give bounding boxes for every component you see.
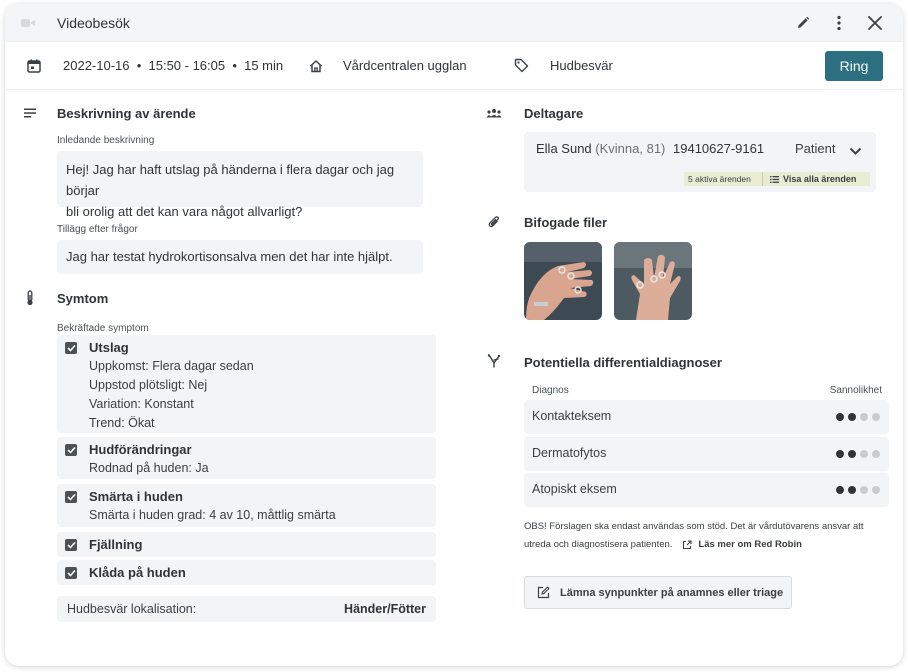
diagnosis-row: Dermatofytos — [524, 437, 889, 471]
initial-description-box: Hej! Jag har haft utslag på händerna i f… — [57, 151, 423, 219]
participants-group-icon — [485, 104, 503, 122]
participant-role: Patient — [795, 141, 836, 156]
visit-datetime: 2022-10-16 • 15:50 - 16:05 • 15 min — [63, 58, 284, 73]
probability-dot-empty — [872, 413, 880, 421]
symptom-title: Hudförändringar — [89, 442, 192, 457]
symptoms-heading: Symtom — [57, 291, 109, 306]
probability-dot-filled — [836, 450, 844, 458]
symptom-detail: Rodnad på huden: Ja — [89, 461, 209, 475]
title-bar: Videobesök — [5, 4, 903, 42]
attachment-thumbnail[interactable] — [524, 242, 602, 320]
clinic-name: Vårdcentralen ugglan — [343, 58, 467, 73]
checkbox-checked-icon[interactable] — [65, 567, 77, 579]
symptom-detail: Variation: Konstant — [89, 397, 194, 411]
initial-description-label: Inledande beskrivning — [57, 135, 155, 146]
followup-text: Jag har testat hydrokortisonsalva men de… — [66, 249, 393, 264]
video-camera-icon — [21, 18, 35, 28]
probability-dot-empty — [872, 486, 880, 494]
external-link-icon — [682, 539, 692, 550]
checkbox-checked-icon[interactable] — [65, 539, 77, 551]
followup-box: Jag har testat hydrokortisonsalva men de… — [57, 240, 423, 274]
probability-dot-filled — [848, 486, 856, 494]
thermometer-icon — [21, 289, 39, 307]
attachments-heading: Bifogade filer — [524, 215, 608, 230]
disclaimer-line: utreda och diagnostisera patienten. — [524, 539, 673, 550]
probability-dot-filled — [836, 413, 844, 421]
symptom-detail: Trend: Ökat — [89, 416, 155, 430]
participants-heading: Deltagare — [524, 106, 584, 121]
edit-note-icon — [537, 586, 550, 599]
symptom-detail: Smärta i huden grad: 4 av 10, måttlig sm… — [89, 508, 336, 522]
case-category: Hudbesvär — [550, 58, 613, 73]
feedback-label: Lämna synpunkter på anamnes eller triage — [560, 586, 784, 599]
active-cases-badge: 5 aktiva ärenden — [684, 172, 762, 186]
symptom-title: Klåda på huden — [89, 565, 186, 580]
paperclip-icon — [485, 213, 503, 231]
symptom-item: Hudförändringar Rodnad på huden: Ja — [57, 437, 436, 479]
differential-heading: Potentiella differentialdiagnoser — [524, 355, 722, 370]
calendar-icon — [25, 57, 43, 75]
symptom-item: Fjällning — [57, 532, 436, 557]
window-title: Videobesök — [57, 14, 130, 31]
initial-description-line: Hej! Jag har haft utslag på händerna i f… — [66, 162, 395, 198]
diagnosis-column-header: Diagnos — [532, 385, 569, 396]
video-visit-window: Videobesök 2022-10-16 • 15:50 - 16:05 • … — [5, 4, 903, 666]
probability-dot-filled — [848, 413, 856, 421]
probability-dot-empty — [860, 413, 868, 421]
show-all-cases-link[interactable]: Visa alla ärenden — [762, 172, 870, 186]
checkbox-checked-icon[interactable] — [65, 491, 77, 503]
symptom-title: Utslag — [89, 340, 129, 355]
symptom-detail: Uppkomst: Flera dagar sedan — [89, 359, 254, 373]
location-row: Hudbesvär lokalisation: Händer/Fötter — [57, 596, 436, 622]
symptom-title: Fjällning — [89, 537, 143, 552]
symptom-item: Klåda på huden — [57, 560, 436, 585]
symptom-detail: Uppstod plötsligt: Nej — [89, 378, 208, 392]
diagnosis-name: Atopiskt eksem — [532, 482, 617, 496]
participant-meta: (Kvinna, 81) — [595, 141, 666, 156]
location-value: Händer/Fötter — [344, 602, 426, 616]
chevron-down-icon[interactable] — [849, 143, 862, 161]
edit-pencil-icon[interactable] — [789, 9, 817, 37]
probability-column-header: Sannolikhet — [829, 385, 882, 396]
tag-icon — [512, 57, 530, 75]
disclaimer-line: OBS! Förslagen ska endast användas som s… — [524, 521, 864, 532]
diagnosis-row: Atopiskt eksem — [524, 473, 889, 507]
read-more-link[interactable]: Läs mer om Red Robin — [698, 539, 801, 550]
probability-dot-filled — [836, 486, 844, 494]
symptom-item: Utslag Uppkomst: Flera dagar sedan Uppst… — [57, 335, 436, 433]
more-options-icon[interactable] — [825, 9, 853, 37]
participant-card[interactable]: Ella Sund (Kvinna, 81) 19410627-9161 Pat… — [524, 132, 876, 192]
show-all-cases-label: Visa alla ärenden — [783, 174, 857, 184]
symptom-title: Smärta i huden — [89, 489, 183, 504]
probability-dot-empty — [860, 450, 868, 458]
ring-button[interactable]: Ring — [825, 50, 883, 81]
probability-dot-empty — [872, 450, 880, 458]
probability-dot-empty — [860, 486, 868, 494]
description-lines-icon — [21, 104, 39, 122]
branch-icon — [485, 352, 503, 370]
diagnosis-row: Kontakteksem — [524, 400, 889, 434]
feedback-button[interactable]: Lämna synpunkter på anamnes eller triage — [524, 576, 792, 609]
list-icon — [770, 175, 779, 183]
diagnosis-name: Dermatofytos — [532, 446, 607, 460]
symptom-item: Smärta i huden Smärta i huden grad: 4 av… — [57, 484, 436, 527]
close-icon[interactable] — [861, 9, 889, 37]
location-label: Hudbesvär lokalisation: — [67, 602, 197, 616]
confirmed-symptoms-label: Bekräftade symptom — [57, 323, 149, 334]
followup-label: Tillägg efter frågor — [57, 224, 138, 235]
diagnosis-name: Kontakteksem — [532, 409, 612, 423]
initial-description-line: bli orolig att det kan vara något allvar… — [66, 204, 303, 219]
attachment-thumbnail[interactable] — [614, 242, 692, 320]
checkbox-checked-icon[interactable] — [65, 342, 77, 354]
visit-info-bar: 2022-10-16 • 15:50 - 16:05 • 15 min Vård… — [5, 42, 903, 90]
probability-dot-filled — [848, 450, 856, 458]
description-heading: Beskrivning av ärende — [57, 106, 196, 121]
participant-name: Ella Sund — [536, 141, 592, 156]
checkbox-checked-icon[interactable] — [65, 444, 77, 456]
participant-personal-number: 19410627-9161 — [673, 141, 765, 156]
home-icon — [307, 57, 325, 75]
